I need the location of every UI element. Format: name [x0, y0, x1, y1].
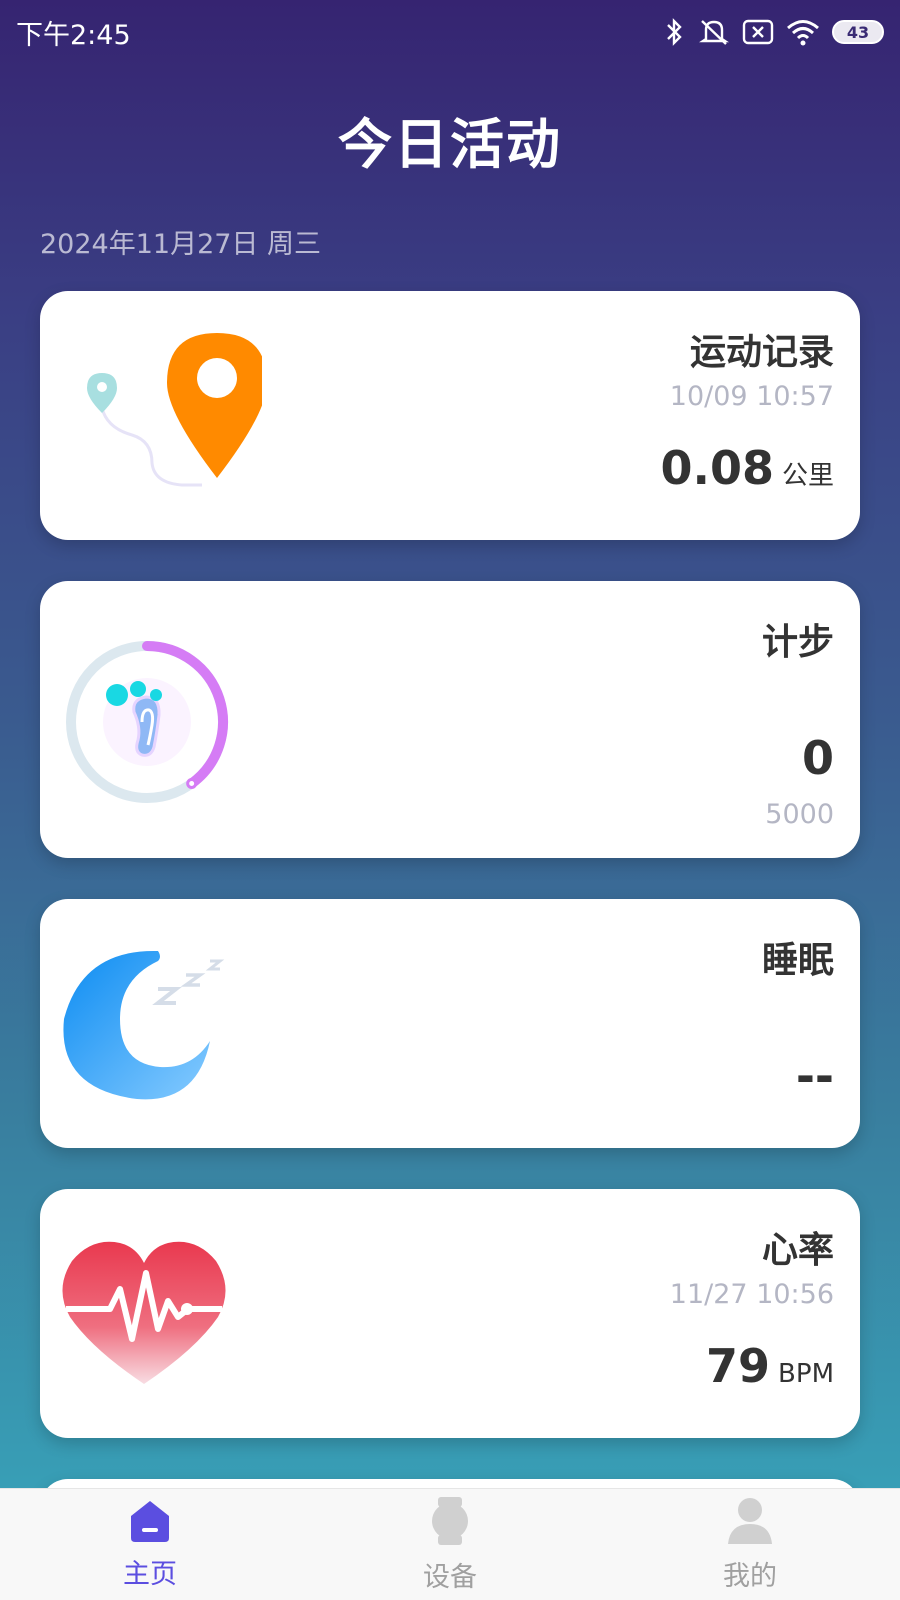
home-icon — [131, 1501, 169, 1542]
profile-icon — [728, 1498, 772, 1544]
tab-home[interactable]: 主页 — [50, 1498, 250, 1591]
tab-home-label: 主页 — [123, 1559, 177, 1590]
location-pin-icon — [62, 333, 267, 497]
sim-off-icon — [742, 19, 774, 45]
bluetooth-icon — [667, 18, 682, 46]
tab-profile-label: 我的 — [723, 1561, 777, 1592]
sleep-card[interactable]: 睡眠 -- — [40, 899, 860, 1148]
heart-rate-value: 79 — [706, 1339, 771, 1393]
page-title: 今日活动 — [338, 113, 562, 176]
status-icons: 43 — [664, 17, 884, 47]
tab-profile[interactable]: 我的 — [650, 1496, 850, 1593]
date-label: 2024年11月27日 周三 — [40, 229, 322, 260]
tab-device[interactable]: 设备 — [350, 1495, 550, 1594]
moon-icon — [62, 949, 242, 1113]
exercise-time: 10/09 10:57 — [669, 381, 834, 412]
steps-title: 计步 — [761, 622, 834, 663]
status-time: 下午2:45 — [16, 19, 131, 51]
exercise-distance: 0.08 — [660, 441, 774, 495]
exercise-unit: 公里 — [781, 461, 834, 491]
heart-rate-value-row: 79 BPM — [706, 1339, 834, 1393]
sleep-title: 睡眠 — [761, 940, 834, 981]
heart-rate-title: 心率 — [761, 1230, 834, 1271]
heart-rate-icon — [62, 1239, 226, 1391]
heart-rate-card[interactable]: 心率 11/27 10:56 79 BPM — [40, 1189, 860, 1438]
wifi-icon — [787, 20, 819, 46]
sleep-value-row: -- — [796, 1049, 834, 1103]
status-bar: 下午2:45 43 — [0, 0, 900, 64]
heart-rate-time: 11/27 10:56 — [669, 1279, 834, 1310]
steps-goal: 5000 — [765, 799, 834, 830]
footprint-icon — [62, 637, 232, 811]
battery-level: 43 — [846, 22, 870, 42]
exercise-value-row: 0.08 公里 — [660, 441, 834, 495]
bottom-tab-bar: 主页 设备 我的 — [0, 1488, 900, 1600]
watch-icon — [432, 1497, 468, 1545]
exercise-title: 运动记录 — [689, 332, 834, 373]
battery-icon: 43 — [832, 20, 884, 44]
mute-icon — [699, 20, 729, 45]
steps-value-row: 0 — [802, 731, 834, 785]
heart-rate-unit: BPM — [778, 1359, 834, 1389]
exercise-card[interactable]: 运动记录 10/09 10:57 0.08 公里 — [40, 291, 860, 540]
tab-device-label: 设备 — [423, 1562, 477, 1593]
steps-card[interactable]: 计步 0 5000 — [40, 581, 860, 858]
sleep-value: -- — [795, 1049, 834, 1103]
steps-count: 0 — [801, 731, 834, 785]
